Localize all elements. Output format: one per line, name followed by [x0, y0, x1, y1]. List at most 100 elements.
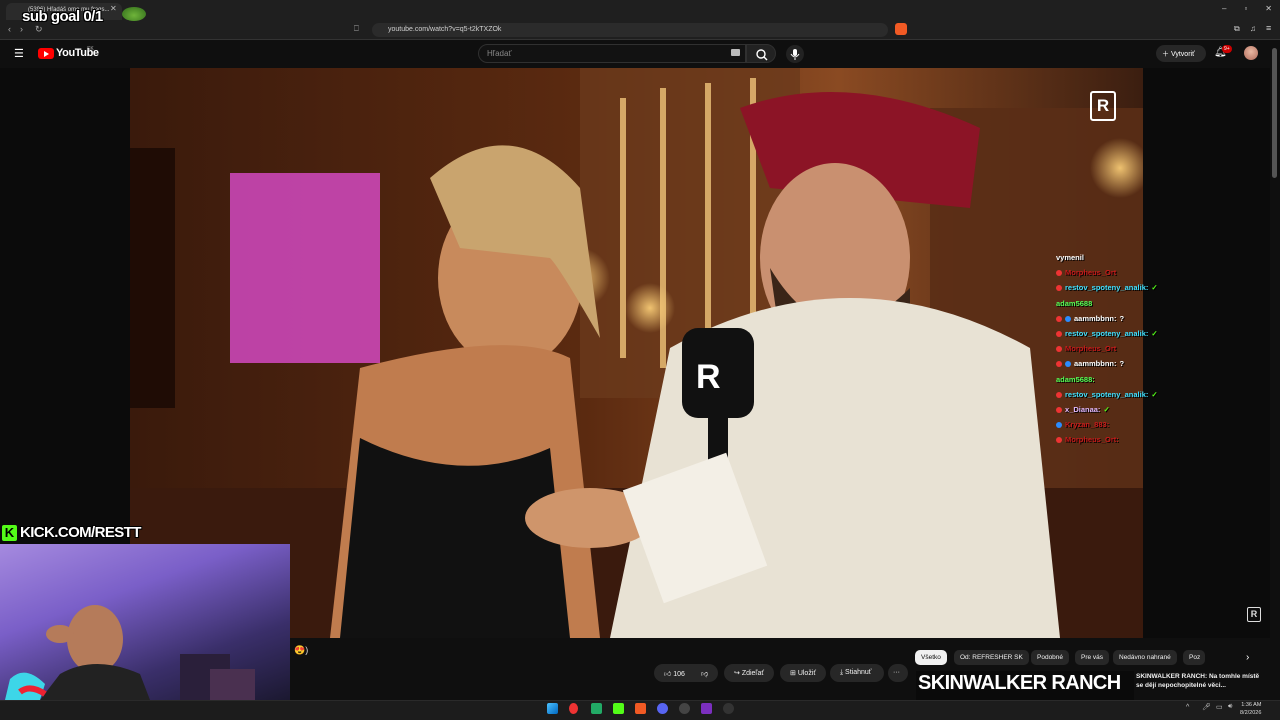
search-placeholder: Hľadať — [487, 49, 512, 58]
menu-icon[interactable]: ≡ — [1266, 23, 1271, 33]
save-button[interactable]: ⊞ Uložiť — [780, 664, 826, 682]
chat-badge-icon — [1056, 422, 1062, 429]
chat-username: adam5688 — [1056, 298, 1093, 308]
chat-username: Morpheus_Ort — [1065, 344, 1117, 354]
chip-from-channel[interactable]: Od: REFRESHER SK — [954, 650, 1029, 665]
taskbar-clock[interactable]: 1:36 AM 8/2/2026 — [1240, 701, 1261, 717]
forward-icon[interactable]: › — [20, 24, 23, 34]
chip-all[interactable]: Všetko — [915, 650, 947, 665]
chips-next-icon[interactable]: › — [1246, 652, 1249, 663]
app-icon-1[interactable] — [591, 703, 602, 714]
page-scrollbar[interactable] — [1272, 48, 1277, 178]
app-icon-3[interactable] — [723, 703, 734, 714]
tray-network-icon[interactable]: ▭ — [1216, 703, 1223, 711]
chip-similar[interactable]: Podobné — [1031, 650, 1070, 665]
brave-shield-icon[interactable] — [895, 23, 907, 35]
browser-tab-bar — [0, 0, 1280, 20]
search-input[interactable]: Hľadať — [478, 44, 746, 63]
url-field[interactable]: youtube.com/watch?v=q5-t2kTXZOk — [372, 23, 888, 37]
more-actions-button[interactable]: ··· — [888, 664, 908, 682]
chat-badge-icon — [1056, 331, 1062, 338]
chat-username: aammbbnn: — [1074, 359, 1117, 369]
share-label: Zdieľať — [741, 670, 764, 677]
chat-message: adam5688: — [1056, 372, 1216, 387]
microphone-icon — [790, 49, 800, 60]
extensions-icon[interactable]: ⧉ — [1234, 24, 1240, 34]
app-icon-2[interactable] — [679, 703, 690, 714]
plus-icon: ＋ — [1162, 51, 1171, 58]
chat-username: restov_spoteny_analik: — [1065, 329, 1149, 339]
brave-browser-icon[interactable] — [635, 703, 646, 714]
download-button[interactable]: ⤓ Stiahnuť — [830, 664, 884, 682]
chat-badge-icon — [1056, 391, 1062, 398]
chat-username: Morpheus_Ort — [1065, 268, 1117, 278]
chat-message: adam5688 — [1056, 296, 1216, 311]
chat-badge-icon — [1065, 361, 1071, 368]
chat-username: restov_spoteny_analik: — [1065, 283, 1149, 293]
chat-badge-icon — [1056, 437, 1062, 444]
like-button[interactable]: 👍︎ 106 — [654, 664, 694, 682]
maximize-button[interactable]: ▫ — [1244, 4, 1247, 13]
chip-for-you[interactable]: Pre vás — [1075, 650, 1110, 665]
chat-text: ✓ — [1151, 283, 1158, 293]
share-button[interactable]: ↪ Zdieľať — [724, 664, 774, 682]
svg-text:R: R — [696, 358, 721, 396]
chat-message: x_Dianaa: ✓ — [1056, 402, 1216, 417]
tab-close-icon[interactable]: ✕ — [110, 4, 117, 13]
chat-username: aammbbnn: — [1074, 313, 1117, 323]
keyboard-icon[interactable] — [731, 49, 740, 56]
chat-text: ? — [1119, 313, 1125, 323]
hamburger-menu-icon[interactable]: ☰ — [14, 47, 24, 60]
maps-pin-icon[interactable] — [569, 703, 578, 714]
chat-message: aammbbnn:? — [1056, 311, 1216, 326]
clock-time: 1:36 AM — [1241, 702, 1262, 708]
kick-app-icon[interactable] — [613, 703, 624, 714]
streamer-webcam — [0, 544, 290, 700]
clock-date: 8/2/2026 — [1240, 710, 1262, 716]
voice-search-button[interactable] — [786, 45, 804, 63]
save-label: Uložiť — [797, 670, 816, 677]
reload-icon[interactable]: ↻ — [35, 24, 43, 35]
bookmark-icon[interactable]: ⎕ — [354, 24, 359, 34]
music-icon[interactable]: ♫ — [1250, 24, 1256, 33]
create-label: Vytvoriť — [1170, 51, 1195, 58]
chat-message: restov_spoteny_analik: ✓ — [1056, 387, 1216, 402]
chat-badge-icon — [1056, 407, 1062, 414]
refresher-logo-icon: R — [1090, 91, 1116, 121]
dislike-button[interactable]: 👎︎ — [694, 664, 718, 682]
recommendation-title[interactable]: SKINWALKER RANCH: Na tomhle místě se děj… — [1136, 672, 1266, 690]
create-button[interactable]: ＋ Vytvoriť — [1156, 45, 1206, 62]
chat-badge-icon — [1056, 270, 1062, 277]
notification-badge: 9+ — [1222, 45, 1232, 53]
back-icon[interactable]: ‹ — [8, 24, 11, 34]
channel-watermark-icon[interactable]: R — [1247, 607, 1261, 622]
thumbs-up-icon: 👍︎ — [664, 671, 674, 678]
chip-cutoff[interactable]: Poz — [1183, 650, 1205, 665]
tray-volume-icon[interactable]: 🔊︎ — [1228, 703, 1232, 711]
close-window-button[interactable]: ✕ — [1265, 4, 1272, 13]
windows-start-icon[interactable] — [547, 703, 558, 714]
chip-recently-uploaded[interactable]: Nedávno nahrané — [1113, 650, 1177, 665]
chat-text: ? — [1119, 359, 1125, 369]
chat-message: Morpheus_Ort — [1056, 341, 1216, 356]
tray-mic-icon[interactable]: 🎤︎ — [1202, 703, 1211, 711]
chat-message: aammbbnn:? — [1056, 356, 1216, 371]
discord-icon[interactable] — [657, 703, 668, 714]
chat-text: ✓ — [1151, 389, 1158, 399]
chat-badge-icon — [1056, 361, 1062, 368]
chat-badge-icon — [1056, 315, 1062, 322]
minimize-button[interactable]: – — [1222, 4, 1226, 13]
twitch-icon[interactable] — [701, 703, 712, 714]
tray-chevron-icon[interactable]: ^ — [1186, 704, 1189, 711]
account-avatar[interactable] — [1244, 46, 1258, 60]
search-icon — [756, 49, 768, 61]
kick-url-overlay: KICK.COM/RESTT — [20, 524, 141, 541]
caption-fragment: 😍) — [294, 645, 309, 655]
share-icon: ↪ — [734, 670, 742, 677]
chat-text: ✓ — [1151, 329, 1158, 339]
thumbnail-text: SKINWALKER RANCH — [918, 672, 1121, 694]
search-button[interactable] — [746, 44, 776, 63]
chat-message: restov_spoteny_analik: ✓ — [1056, 326, 1216, 341]
chat-message: Kryzan_883: — [1056, 417, 1216, 432]
chat-message: Morpheus_Ort: — [1056, 432, 1216, 447]
